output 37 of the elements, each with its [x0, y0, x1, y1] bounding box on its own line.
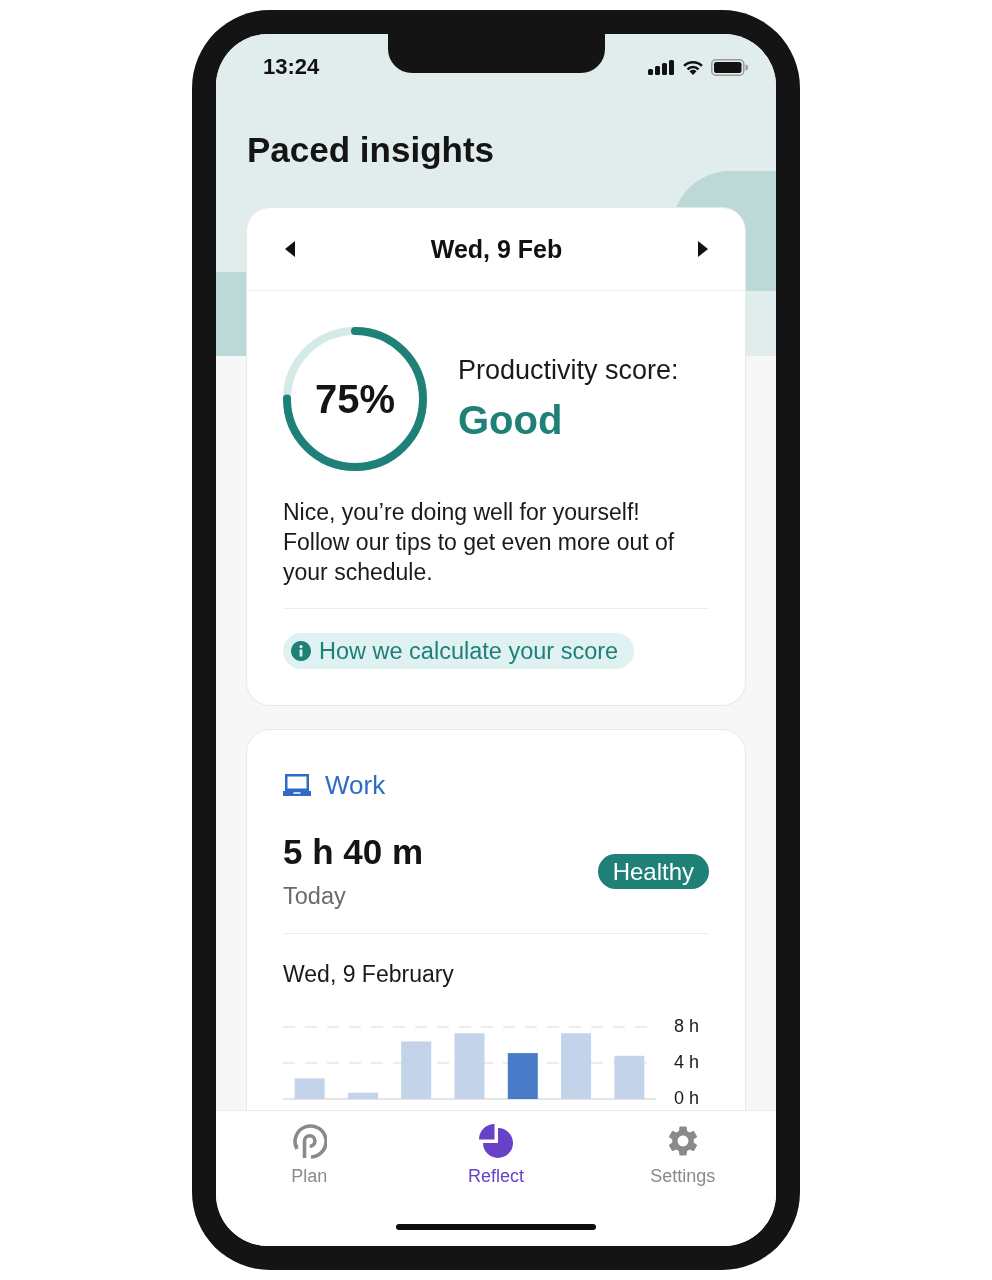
y-axis-label: 0 h	[674, 1088, 700, 1108]
period-label: Today	[283, 882, 346, 911]
p-logo-icon	[291, 1123, 328, 1159]
laptop-icon	[283, 774, 311, 796]
next-day-button[interactable]	[698, 241, 708, 257]
nav-tab[interactable]: Settings	[650, 1111, 716, 1187]
score-label: Productivity score:	[458, 354, 679, 386]
score-rating: Good	[458, 397, 563, 444]
chart-bar	[347, 1092, 378, 1099]
category-name: Work	[325, 769, 386, 801]
duration-value: 5 h 40 m	[283, 832, 424, 872]
caret-right-icon	[698, 241, 708, 257]
page-title: Paced insights	[247, 130, 495, 170]
previous-day-button[interactable]	[285, 241, 295, 257]
y-axis-label: 8 h	[674, 1016, 700, 1036]
status-badge: Healthy	[597, 854, 709, 889]
wifi-icon	[682, 59, 704, 75]
y-axis-label: 4 h	[674, 1052, 700, 1072]
pie-chart-icon	[478, 1123, 514, 1159]
chart-bar	[294, 1078, 325, 1099]
chart-bar	[507, 1053, 538, 1099]
info-icon	[291, 641, 311, 661]
chart-bar	[561, 1033, 592, 1099]
score-value: 75%	[314, 376, 396, 422]
nav-tab[interactable]: Reflect	[467, 1111, 524, 1187]
chart-bar	[401, 1041, 432, 1099]
chart-bar	[614, 1055, 645, 1099]
chart-date: Wed, 9 February	[283, 960, 454, 989]
chart-bar	[454, 1033, 485, 1099]
status-time: 13:24	[263, 54, 320, 80]
nav-tab[interactable]: Plan	[291, 1111, 328, 1187]
date-label: Wed, 9 Feb	[430, 234, 563, 264]
signal-icon	[648, 59, 675, 75]
battery-icon	[711, 58, 748, 76]
caret-left-icon	[285, 241, 295, 257]
score-info-link[interactable]: How we calculate your score	[283, 633, 635, 669]
score-message: Nice, you’re doing well for yourself! Follow our tips to get even more out of your schedule.	[283, 498, 676, 587]
